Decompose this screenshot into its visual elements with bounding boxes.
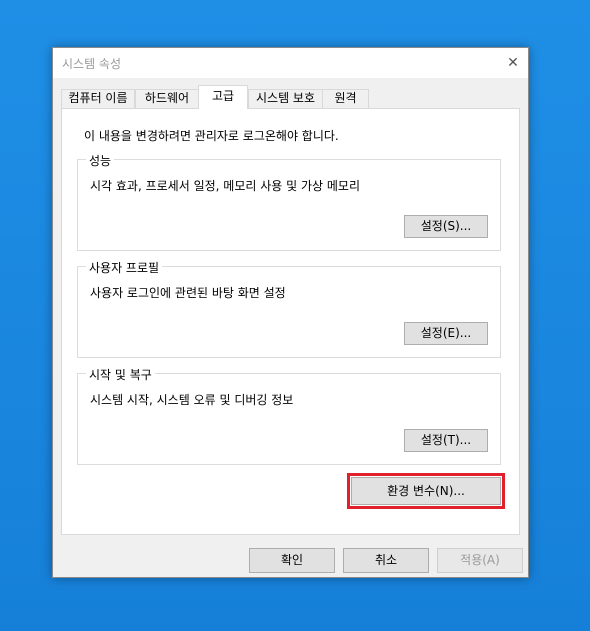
close-icon[interactable]: ✕ — [498, 48, 528, 78]
advanced-tab-panel: 이 내용을 변경하려면 관리자로 로그온해야 합니다. 성능 시각 효과, 프로… — [61, 108, 520, 535]
user-profiles-title: 사용자 프로필 — [86, 259, 163, 276]
apply-button[interactable]: 적용(A) — [437, 548, 523, 573]
tab-computer-name[interactable]: 컴퓨터 이름 — [61, 89, 135, 108]
startup-recovery-description: 시스템 시작, 시스템 오류 및 디버깅 정보 — [90, 393, 294, 407]
user-profiles-group: 사용자 프로필 사용자 로그인에 관련된 바탕 화면 설정 설정(E)... — [77, 259, 501, 358]
user-profiles-settings-button[interactable]: 설정(E)... — [404, 322, 488, 345]
cancel-button[interactable]: 취소 — [343, 548, 429, 573]
tab-advanced[interactable]: 고급 — [198, 85, 248, 109]
environment-variables-button[interactable]: 환경 변수(N)... — [351, 477, 501, 505]
ok-button[interactable]: 확인 — [249, 548, 335, 573]
performance-settings-button[interactable]: 설정(S)... — [404, 215, 488, 238]
tab-system-protection[interactable]: 시스템 보호 — [248, 89, 323, 108]
performance-title: 성능 — [86, 152, 115, 169]
startup-recovery-title: 시작 및 복구 — [86, 366, 155, 383]
performance-group: 성능 시각 효과, 프로세서 일정, 메모리 사용 및 가상 메모리 설정(S)… — [77, 152, 501, 251]
tab-hardware[interactable]: 하드웨어 — [135, 89, 199, 108]
user-profiles-description: 사용자 로그인에 관련된 바탕 화면 설정 — [90, 286, 286, 300]
performance-description: 시각 효과, 프로세서 일정, 메모리 사용 및 가상 메모리 — [90, 179, 360, 193]
admin-notice: 이 내용을 변경하려면 관리자로 로그온해야 합니다. — [84, 129, 339, 143]
startup-recovery-settings-button[interactable]: 설정(T)... — [404, 429, 488, 452]
system-properties-dialog: 시스템 속성 ✕ 컴퓨터 이름 하드웨어 고급 시스템 보호 원격 이 내용을 … — [52, 47, 529, 578]
tab-remote[interactable]: 원격 — [322, 89, 369, 108]
startup-recovery-group: 시작 및 복구 시스템 시작, 시스템 오류 및 디버깅 정보 설정(T)... — [77, 366, 501, 465]
title-bar: 시스템 속성 ✕ — [53, 48, 528, 78]
window-title: 시스템 속성 — [62, 57, 122, 71]
